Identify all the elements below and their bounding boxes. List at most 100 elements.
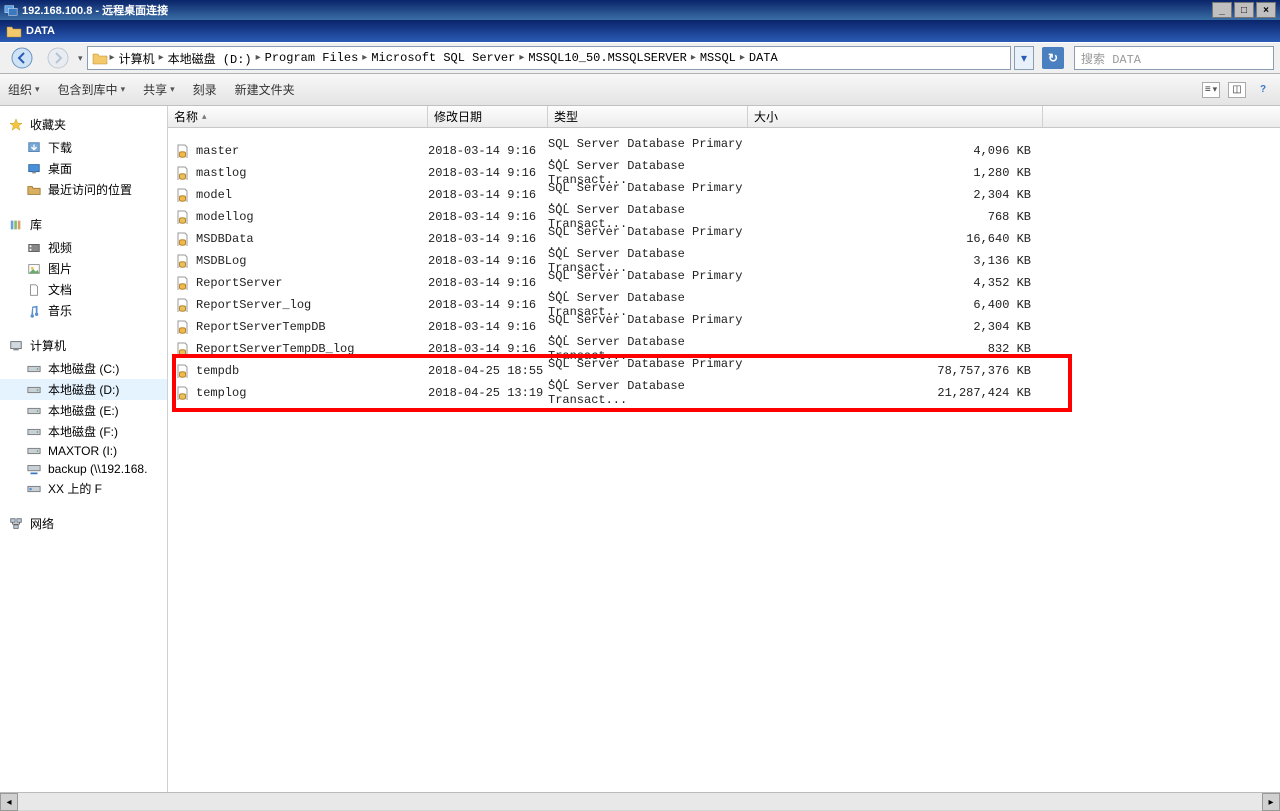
- pictures-icon: [26, 262, 42, 276]
- db-file-icon: [174, 210, 190, 224]
- sidebar-pictures[interactable]: 图片: [0, 258, 167, 279]
- file-size: 21,287,424 KB: [748, 386, 1043, 400]
- sidebar-drive-i[interactable]: MAXTOR (I:): [0, 442, 167, 460]
- scroll-right-arrow[interactable]: ▸: [1262, 793, 1280, 811]
- documents-icon: [26, 283, 42, 297]
- sidebar: 收藏夹 下载 桌面 最近访问的位置 库 视频 图片 文档 音乐 计算机 本地磁盘…: [0, 106, 168, 806]
- rdp-icon: [4, 3, 18, 17]
- sidebar-downloads[interactable]: 下载: [0, 137, 167, 158]
- drive-icon: [26, 444, 42, 458]
- sidebar-computer-header[interactable]: 计算机: [0, 333, 167, 358]
- file-name: ReportServer: [196, 276, 282, 290]
- sidebar-drive-c[interactable]: 本地磁盘 (C:): [0, 358, 167, 379]
- toolbar-burn[interactable]: 刻录: [193, 81, 217, 98]
- db-file-icon: [174, 342, 190, 356]
- sidebar-drive-f[interactable]: 本地磁盘 (F:): [0, 421, 167, 442]
- col-size[interactable]: 大小: [748, 106, 1043, 127]
- file-list: master2018-03-14 9:16SQL Server Database…: [168, 128, 1280, 404]
- address-history-dropdown[interactable]: ▾: [1014, 46, 1034, 70]
- file-name: model: [196, 188, 232, 202]
- file-date: 2018-03-14 9:16: [428, 276, 548, 290]
- explorer-title: DATA: [26, 25, 55, 37]
- file-name: ReportServerTempDB_log: [196, 342, 354, 356]
- crumb-inst[interactable]: MSSQL10_50.MSSQLSERVER: [528, 51, 686, 65]
- library-icon: [8, 218, 24, 232]
- file-date: 2018-03-14 9:16: [428, 320, 548, 334]
- crumb-computer[interactable]: 计算机: [119, 50, 155, 67]
- file-name: ReportServerTempDB: [196, 320, 326, 334]
- db-file-icon: [174, 232, 190, 246]
- file-date: 2018-03-14 9:16: [428, 342, 548, 356]
- music-icon: [26, 304, 42, 318]
- nav-back-button[interactable]: [6, 45, 38, 71]
- sidebar-desktop[interactable]: 桌面: [0, 158, 167, 179]
- file-size: 1,280 KB: [748, 166, 1043, 180]
- sidebar-recent[interactable]: 最近访问的位置: [0, 179, 167, 200]
- search-input[interactable]: 搜索 DATA: [1074, 46, 1274, 70]
- sidebar-drive-backup[interactable]: backup (\\192.168.: [0, 460, 167, 478]
- scroll-left-arrow[interactable]: ◂: [0, 793, 18, 811]
- file-name: MSDBData: [196, 232, 254, 246]
- file-date: 2018-04-25 18:55: [428, 364, 548, 378]
- desktop-icon: [26, 162, 42, 176]
- col-type[interactable]: 类型: [548, 106, 748, 127]
- help-button[interactable]: ?: [1254, 82, 1272, 98]
- crumb-d[interactable]: 本地磁盘 (D:): [168, 50, 252, 67]
- drive-icon: [26, 425, 42, 439]
- rdp-minimize-button[interactable]: _: [1212, 2, 1232, 18]
- column-headers: 名称 ▴ 修改日期 类型 大小: [168, 106, 1280, 128]
- file-size: 2,304 KB: [748, 320, 1043, 334]
- file-size: 6,400 KB: [748, 298, 1043, 312]
- crumb-pf[interactable]: Program Files: [265, 51, 359, 65]
- downloads-icon: [26, 141, 42, 155]
- crumb-mss[interactable]: Microsoft SQL Server: [371, 51, 515, 65]
- horizontal-scrollbar[interactable]: ◂ ▸: [0, 792, 1280, 810]
- toolbar-newfolder[interactable]: 新建文件夹: [235, 81, 295, 98]
- crumb-mssql[interactable]: MSSQL: [700, 51, 736, 65]
- file-name: mastlog: [196, 166, 246, 180]
- col-date[interactable]: 修改日期: [428, 106, 548, 127]
- computer-icon: [8, 339, 24, 353]
- file-date: 2018-03-14 9:16: [428, 254, 548, 268]
- crumb-data[interactable]: DATA: [749, 51, 778, 65]
- sidebar-drive-xx[interactable]: XX 上的 F: [0, 478, 167, 499]
- view-mode-button[interactable]: ≡▾: [1202, 82, 1220, 98]
- file-row[interactable]: templog2018-04-25 13:19SQL Server Databa…: [168, 382, 1280, 404]
- mapped-drive-icon: [26, 482, 42, 496]
- sidebar-drive-d[interactable]: 本地磁盘 (D:): [0, 379, 167, 400]
- toolbar-include[interactable]: 包含到库中▾: [58, 81, 126, 98]
- preview-pane-button[interactable]: ◫: [1228, 82, 1246, 98]
- nav-forward-button[interactable]: [42, 45, 74, 71]
- refresh-button[interactable]: ↻: [1042, 47, 1064, 69]
- videos-icon: [26, 241, 42, 255]
- search-placeholder: 搜索 DATA: [1081, 50, 1141, 67]
- nav-history-caret[interactable]: ▾: [78, 53, 83, 64]
- toolbar-organize[interactable]: 组织▾: [8, 81, 40, 98]
- file-name: tempdb: [196, 364, 239, 378]
- sidebar-music[interactable]: 音乐: [0, 300, 167, 321]
- rdp-close-button[interactable]: ×: [1256, 2, 1276, 18]
- drive-icon: [26, 362, 42, 376]
- sidebar-videos[interactable]: 视频: [0, 237, 167, 258]
- toolbar-share[interactable]: 共享▾: [143, 81, 175, 98]
- sidebar-favorites-header[interactable]: 收藏夹: [0, 112, 167, 137]
- file-name: master: [196, 144, 239, 158]
- db-file-icon: [174, 188, 190, 202]
- db-file-icon: [174, 276, 190, 290]
- file-size: 2,304 KB: [748, 188, 1043, 202]
- folder-icon: [6, 24, 22, 38]
- col-name[interactable]: 名称 ▴: [168, 106, 428, 127]
- rdp-maximize-button[interactable]: □: [1234, 2, 1254, 18]
- sidebar-network-header[interactable]: 网络: [0, 511, 167, 536]
- file-name: MSDBLog: [196, 254, 246, 268]
- file-size: 16,640 KB: [748, 232, 1043, 246]
- sidebar-documents[interactable]: 文档: [0, 279, 167, 300]
- sidebar-libraries-header[interactable]: 库: [0, 212, 167, 237]
- file-name: modellog: [196, 210, 254, 224]
- rdp-title: 192.168.100.8 - 远程桌面连接: [22, 2, 168, 18]
- rdp-titlebar: 192.168.100.8 - 远程桌面连接 _ □ ×: [0, 0, 1280, 20]
- db-file-icon: [174, 386, 190, 400]
- file-date: 2018-03-14 9:16: [428, 210, 548, 224]
- breadcrumb[interactable]: ▸ 计算机▸ 本地磁盘 (D:)▸ Program Files▸ Microso…: [87, 46, 1011, 70]
- sidebar-drive-e[interactable]: 本地磁盘 (E:): [0, 400, 167, 421]
